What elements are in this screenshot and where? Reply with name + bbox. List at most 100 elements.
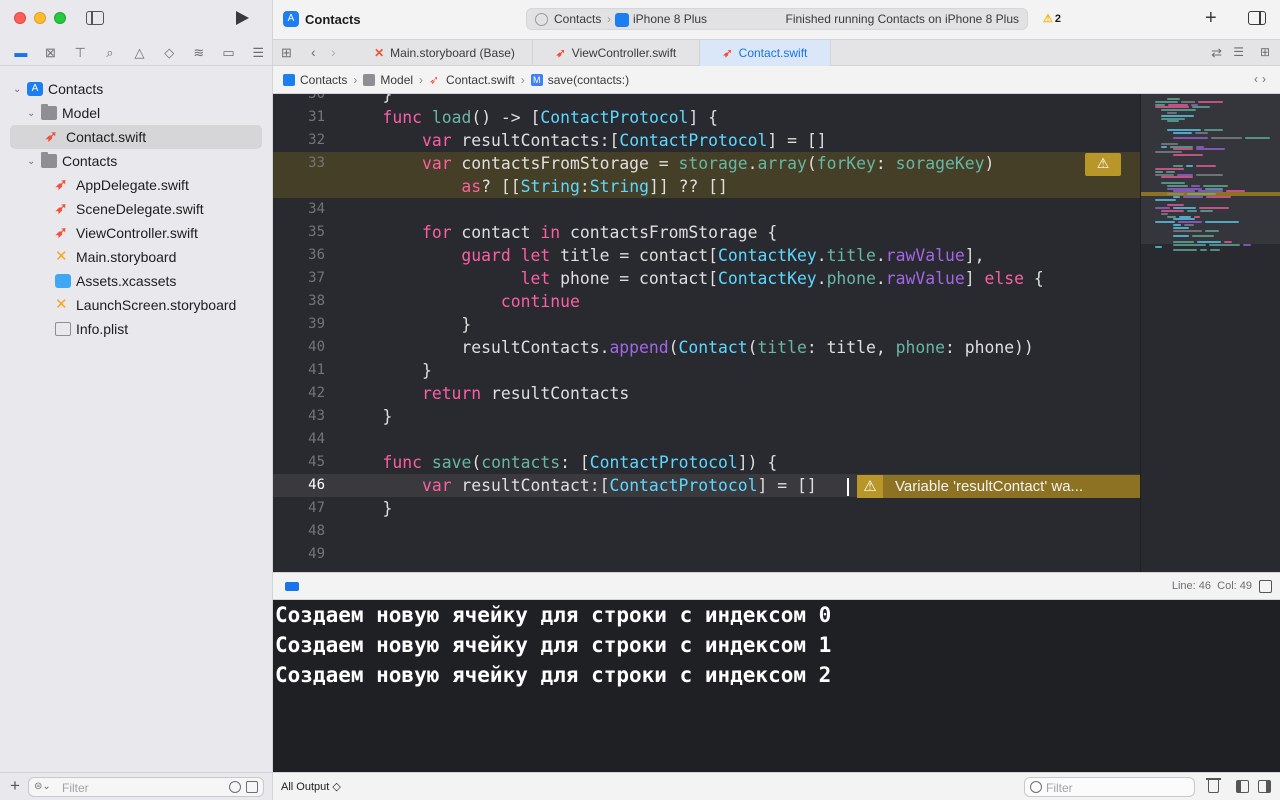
source-editor[interactable]: 49 48 47 } 46 var resultContact:[ContactPro… [273, 94, 1140, 572]
tree-item-viewcontroller-swift[interactable]: ➶ ViewController.swift [0, 221, 273, 245]
filter-options-icon[interactable]: ⊜⌄ [34, 781, 51, 792]
editor-options-icon[interactable]: ☰ [1233, 45, 1244, 59]
navigator-filter-field[interactable]: ⊜⌄ Filter [28, 777, 264, 797]
code-line[interactable]: 31 func load() -> [ContactProtocol] { [273, 106, 1140, 129]
related-items-grid-icon[interactable]: ⊞ [281, 45, 292, 61]
source-control-filter-icon[interactable] [246, 781, 258, 793]
tab-main-storyboard[interactable]: ✕ Main.storyboard (Base) [357, 40, 533, 66]
tree-item-project-contacts[interactable]: ⌄ A Contacts [0, 77, 273, 101]
zoom-window-button[interactable] [54, 12, 66, 24]
sidebar-toggle-icon[interactable] [86, 11, 104, 25]
minimap-line [1155, 151, 1182, 154]
code-token: . [875, 246, 886, 265]
tree-item-folder-contacts[interactable]: ⌄ Contacts [0, 149, 273, 173]
tab-contact-swift[interactable]: ➶ Contact.swift [700, 40, 831, 66]
code-line[interactable]: 44 [273, 428, 1140, 451]
code-line[interactable]: 36 guard let title = contact[ContactKey.… [273, 244, 1140, 267]
tree-item-label: Info.plist [76, 321, 129, 337]
project-navigator-icon[interactable]: ▬ [6, 41, 36, 65]
swift-file-icon: ➶ [429, 72, 440, 87]
code-line[interactable]: 48 [273, 520, 1140, 543]
debug-navigator-icon[interactable]: ≋ [184, 41, 214, 65]
refresh-canvas-icon[interactable]: ⇄ [1211, 45, 1222, 61]
code-line[interactable]: 30 } [273, 94, 1140, 106]
code-token: ContactKey [718, 269, 817, 288]
disclosure-open-icon[interactable]: ⌄ [13, 84, 21, 95]
code-line[interactable]: 45 func save(contacts: [ContactProtocol]… [273, 451, 1140, 474]
add-file-icon[interactable]: + [10, 776, 20, 796]
tree-item-launchscreen-storyboard[interactable]: ✕ LaunchScreen.storyboard [0, 293, 273, 317]
code-line[interactable]: 38 continue [273, 290, 1140, 313]
breadcrumb-file[interactable]: ➶ Contact.swift › [429, 73, 525, 87]
code-line[interactable]: as? [[String:String]] ?? [] [273, 175, 1140, 198]
code-line[interactable]: 33 var contactsFromStorage = storage.arr… [273, 152, 1140, 175]
debug-area-toggle-icon[interactable] [285, 582, 299, 591]
tree-item-main-storyboard[interactable]: ✕ Main.storyboard [0, 245, 273, 269]
test-navigator-icon[interactable]: ◇ [154, 41, 184, 65]
code-line[interactable]: 32 var resultContacts:[ContactProtocol] … [273, 129, 1140, 152]
split-editor-icon[interactable]: ⊞ [1260, 45, 1270, 59]
issue-navigator-icon[interactable]: △ [125, 41, 155, 65]
code-token: resultContacts. [343, 338, 610, 357]
disclosure-open-icon[interactable]: ⌄ [27, 156, 35, 167]
code-token: Contact [678, 338, 748, 357]
output-selector[interactable]: All Output ◇ [281, 780, 341, 793]
code-line[interactable]: 35 for contact in contactsFromStorage { [273, 221, 1140, 244]
code-line[interactable]: 41 } [273, 359, 1140, 382]
close-window-button[interactable] [14, 12, 26, 24]
console-filter-field[interactable]: Filter [1024, 777, 1195, 797]
code-token: title [826, 246, 876, 265]
code-line[interactable]: 39 } [273, 313, 1140, 336]
code-line[interactable]: 49 [273, 543, 1140, 566]
clear-console-icon[interactable] [1206, 778, 1221, 793]
code-token: ) [984, 154, 995, 173]
tree-item-scenedelegate-swift[interactable]: ➶ SceneDelegate.swift [0, 197, 273, 221]
go-back-icon[interactable]: ‹ [311, 44, 316, 60]
issue-nav-arrows-icon[interactable]: ‹› [1254, 72, 1270, 86]
code-line[interactable]: 40 resultContacts.append(Contact(title: … [273, 336, 1140, 359]
symbol-navigator-icon[interactable]: ⊤ [65, 41, 95, 65]
device-selector[interactable]: iPhone 8 Plus [633, 12, 707, 26]
inline-warning-message[interactable]: ⚠ Variable 'resultContact' wa... [857, 475, 1140, 498]
go-forward-icon[interactable]: › [331, 44, 336, 60]
breadcrumb-symbol[interactable]: Msave(contacts:) [530, 73, 629, 87]
show-console-view-icon[interactable] [1258, 780, 1271, 793]
tree-item-info-plist[interactable]: Info.plist [0, 317, 273, 341]
code-line[interactable]: 43 } [273, 405, 1140, 428]
minimize-window-button[interactable] [34, 12, 46, 24]
recent-files-icon[interactable] [229, 781, 241, 793]
minimap-line [1178, 221, 1202, 224]
breakpoint-navigator-icon[interactable]: ▭ [214, 41, 244, 65]
tree-item-contact-swift[interactable]: ➶ Contact.swift [10, 125, 262, 149]
minimap[interactable] [1140, 94, 1280, 572]
tree-item-assets[interactable]: Assets.xcassets [0, 269, 273, 293]
code-line[interactable]: 42 return resultContacts [273, 382, 1140, 405]
hide-debug-area-icon[interactable] [1259, 580, 1272, 593]
library-plus-icon[interactable]: + [1205, 7, 1217, 30]
find-navigator-icon[interactable]: ⌕ [95, 41, 125, 65]
inspector-toggle-icon[interactable] [1248, 11, 1266, 25]
disclosure-open-icon[interactable]: ⌄ [27, 108, 35, 119]
console-output[interactable]: Создаем новую ячейку для строки с индекс… [273, 600, 1280, 772]
simulator-device-icon [615, 13, 629, 27]
report-navigator-icon[interactable]: ☰ [243, 41, 273, 65]
minimap-line [1173, 224, 1181, 226]
breadcrumb-project[interactable]: Contacts › [283, 73, 357, 87]
source-control-navigator-icon[interactable]: ⊠ [36, 41, 66, 65]
warning-icon[interactable]: ⚠ [1085, 153, 1121, 176]
minimap-line [1155, 170, 1163, 173]
run-icon[interactable] [236, 11, 249, 25]
warning-count: 2 [1054, 13, 1061, 25]
code-line[interactable]: 37 let phone = contact[ContactKey.phone.… [273, 267, 1140, 290]
breadcrumb-group[interactable]: Model › [363, 73, 423, 87]
scheme-selector[interactable]: Contacts [554, 12, 601, 26]
xcode-window: ▬ ⊠ ⊤ ⌕ △ ◇ ≋ ▭ ☰ ⌄ A Contacts ⌄ Model ➶ [0, 0, 1280, 800]
tree-item-folder-model[interactable]: ⌄ Model [0, 101, 273, 125]
warnings-indicator[interactable]: ⚠ 2 [1043, 12, 1061, 25]
debug-bar: Line: 46 Col: 49 [273, 572, 1280, 600]
tab-viewcontroller-swift[interactable]: ➶ ViewController.swift [533, 40, 700, 66]
code-line[interactable]: 47 } [273, 497, 1140, 520]
tree-item-appdelegate-swift[interactable]: ➶ AppDelegate.swift [0, 173, 273, 197]
show-variables-view-icon[interactable] [1236, 780, 1249, 793]
code-line[interactable]: 34 [273, 198, 1140, 221]
